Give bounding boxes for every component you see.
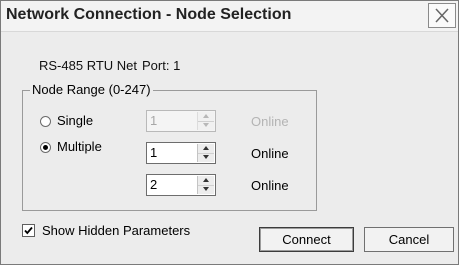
arrow-down-icon [203,187,209,191]
close-button[interactable] [428,3,456,28]
title-bar[interactable]: Network Connection - Node Selection [1,1,458,32]
multiple-from-value[interactable]: 1 [150,145,157,160]
arrow-up-icon [203,146,209,150]
multiple-from-spin-arrows[interactable] [197,144,214,162]
multiple-from-stepper[interactable]: 1 [146,142,216,164]
connect-button[interactable]: Connect [259,227,354,252]
dialog-window: Network Connection - Node Selection RS-4… [0,0,459,265]
window-title: Network Connection - Node Selection [6,6,292,23]
single-label[interactable]: Single [57,113,93,128]
node-range-legend: Node Range (0-247) [30,82,153,97]
single-node-spin-arrows [197,112,214,130]
spin-down-button[interactable] [198,185,214,194]
arrow-up-icon [203,114,209,118]
single-node-value: 1 [150,113,158,128]
spin-down-button [198,121,214,130]
network-port: Port: 1 [142,58,181,73]
multiple-radio[interactable] [40,142,51,153]
multiple-to-value[interactable]: 2 [150,177,157,192]
spin-down-button[interactable] [198,153,214,162]
multiple-to-status: Online [251,178,289,193]
multiple-to-spin-arrows[interactable] [197,176,214,194]
multiple-from-status: Online [251,146,289,161]
arrow-down-icon [203,155,209,159]
single-radio[interactable] [40,116,51,127]
single-status: Online [251,114,289,129]
show-hidden-checkbox[interactable] [22,224,35,237]
arrow-down-icon [203,123,209,127]
arrow-up-icon [203,178,209,182]
single-node-stepper: 1 [146,110,216,132]
cancel-button[interactable]: Cancel [364,227,454,252]
show-hidden-label[interactable]: Show Hidden Parameters [42,223,190,238]
network-info: RS-485 RTU Net Port: 1 [39,58,180,73]
multiple-to-stepper[interactable]: 2 [146,174,216,196]
network-name: RS-485 RTU Net [39,58,138,73]
multiple-label[interactable]: Multiple [57,139,102,154]
